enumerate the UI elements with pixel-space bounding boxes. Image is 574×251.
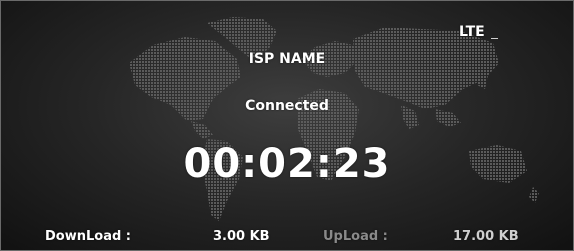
network-type-underline xyxy=(491,38,498,39)
download-value: 3.00 KB xyxy=(213,229,270,244)
connection-timer: 00:02:23 xyxy=(183,141,391,187)
upload-value: 17.00 KB xyxy=(453,229,519,244)
connection-status-panel: LTE ISP NAME Connected 00:02:23 DownLoad… xyxy=(0,0,574,251)
connection-status: Connected xyxy=(245,98,329,114)
download-label: DownLoad : xyxy=(45,229,132,244)
network-type-indicator: LTE xyxy=(459,24,485,40)
upload-label: UpLoad : xyxy=(323,229,388,244)
world-map-icon xyxy=(129,17,539,221)
isp-name: ISP NAME xyxy=(248,51,326,67)
